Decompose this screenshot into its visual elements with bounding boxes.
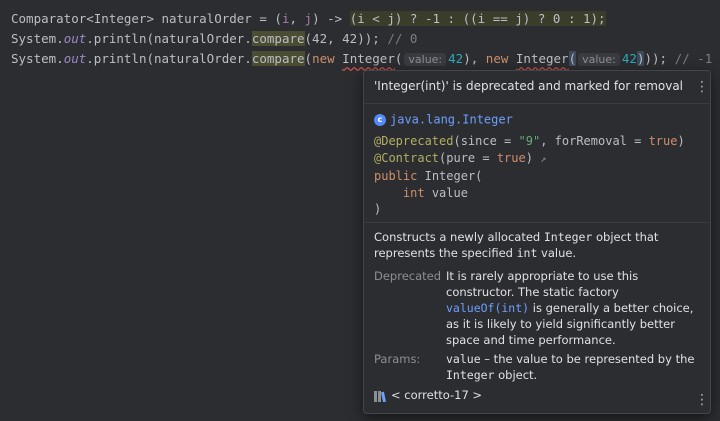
code-println: .println(naturalOrder.	[86, 31, 252, 46]
code-comment: // 0	[387, 31, 418, 46]
code-ref: Integer	[446, 368, 495, 382]
code-system: System.	[11, 31, 64, 46]
code-ref: int	[516, 246, 538, 260]
deprecated-annotation: @Deprecated	[374, 134, 454, 148]
more-options-icon[interactable]: ⋮	[695, 392, 709, 408]
external-link-icon[interactable]: ↗	[540, 154, 546, 165]
compare-call: compare	[251, 31, 305, 46]
constructor-name: Integer	[424, 169, 476, 183]
annotation-close: )	[525, 150, 533, 165]
code-ref: Integer	[543, 230, 593, 244]
library-icon	[374, 390, 387, 402]
class-link[interactable]: java.lang.Integer	[390, 113, 513, 127]
method-signature: @Deprecated(since = "9", forRemoval = tr…	[374, 133, 685, 218]
annotation-args: (pure =	[439, 150, 497, 165]
class-reference: c java.lang.Integer	[374, 109, 513, 127]
code-open: (	[394, 51, 403, 66]
code-decl: Comparator<Integer> naturalOrder = (	[11, 11, 282, 26]
compare-call: compare	[251, 51, 305, 66]
param-hint: value:	[404, 53, 447, 66]
more-options-icon[interactable]: ⋮	[695, 79, 709, 95]
code-open: (	[304, 51, 313, 66]
true-literal: true	[496, 150, 526, 165]
description: Constructs a newly allocated Integer obj…	[374, 229, 700, 261]
divider	[364, 222, 710, 223]
description-text: Constructs a newly allocated	[374, 230, 544, 244]
deprecated-constructor[interactable]: Integer	[342, 51, 395, 66]
contract-annotation[interactable]: @Contract	[374, 151, 439, 165]
number-literal: 42	[621, 51, 637, 66]
code-open: (	[568, 51, 577, 66]
params-label: Params:	[374, 352, 421, 366]
new-keyword: new	[485, 51, 509, 66]
code-comment: // -1	[674, 51, 713, 66]
public-keyword: public	[374, 169, 418, 183]
code-line-2[interactable]: System.out.println(naturalOrder.compare(…	[11, 29, 417, 49]
param-hint: value:	[578, 53, 620, 66]
param-name: value	[431, 185, 468, 200]
number-literal: 42	[448, 51, 464, 66]
code-system: System.	[11, 51, 64, 66]
code-sep: ,	[289, 11, 305, 26]
code-line-3[interactable]: System.out.println(naturalOrder.compare(…	[11, 49, 712, 69]
annotation-args: (since =	[453, 134, 519, 148]
signature-open: (	[475, 169, 483, 183]
popup-header: 'Integer(int)' is deprecated and marked …	[364, 71, 710, 104]
code-close: ));	[644, 51, 675, 66]
params-text-part: object.	[494, 368, 538, 382]
deprecated-constructor[interactable]: Integer	[516, 51, 569, 66]
description-text: value.	[537, 246, 577, 260]
class-icon: c	[374, 113, 386, 126]
code-close: ),	[463, 51, 486, 66]
documentation-popup[interactable]: 'Integer(int)' is deprecated and marked …	[363, 70, 711, 414]
signature-close: )	[374, 202, 382, 216]
lambda-body: (i < j) ? -1 : ((i == j) ? 0 : 1);	[349, 11, 606, 26]
annotation-close: )	[677, 134, 685, 148]
new-keyword: new	[312, 51, 335, 66]
code-out: out	[63, 31, 87, 46]
params-text-part: – the value to be represented by the	[480, 352, 695, 366]
true-literal: true	[648, 134, 678, 148]
deprecated-text-part: It is rarely appropriate to use this con…	[446, 269, 639, 299]
deprecated-text: It is rarely appropriate to use this con…	[446, 268, 702, 348]
params-text: value – the value to be represented by t…	[446, 351, 702, 383]
code-line-1[interactable]: Comparator<Integer> naturalOrder = (i, j…	[11, 9, 606, 29]
annotation-args: , forRemoval =	[540, 134, 649, 148]
since-value: "9"	[518, 134, 541, 148]
param-name: value	[446, 352, 481, 366]
library-footer[interactable]: < corretto-17 >	[374, 388, 482, 404]
lambda-param-j: j	[304, 11, 313, 26]
valueof-link[interactable]: valueOf(int)	[446, 301, 529, 315]
code-println: .println(naturalOrder.	[86, 51, 252, 66]
param-type: int	[402, 185, 425, 200]
deprecation-warning-title: 'Integer(int)' is deprecated and marked …	[374, 79, 684, 93]
code-out: out	[63, 51, 87, 66]
sdk-name[interactable]: < corretto-17 >	[391, 388, 482, 402]
code-args: (42, 42));	[304, 31, 388, 46]
code-arrow: ) ->	[312, 11, 350, 26]
deprecated-label: Deprecated	[374, 269, 442, 283]
